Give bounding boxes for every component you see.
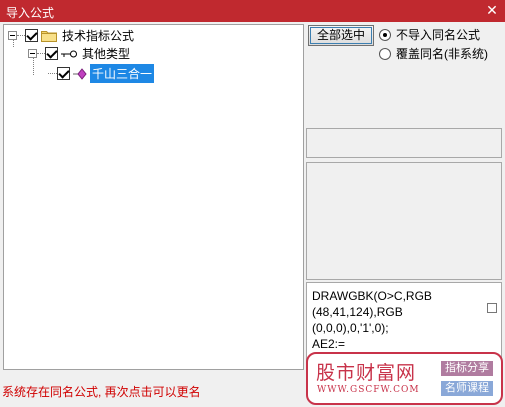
close-icon[interactable]: ✕ <box>484 2 500 18</box>
formula-tree[interactable]: 技术指标公式 其他类型 千山三合一 <box>3 24 304 370</box>
tree-node-label-root: 技术指标公式 <box>62 29 135 43</box>
info-field <box>306 128 502 158</box>
radio-skip-duplicate-indicator[interactable] <box>379 28 391 41</box>
status-message: 系统存在同名公式, 再次点击可以更名 <box>2 385 201 399</box>
code-line: AE2:= <box>312 337 346 351</box>
tree-node-label-leaf: 千山三合一 <box>90 64 155 83</box>
checkbox-root[interactable] <box>25 29 38 42</box>
radio-skip-duplicate[interactable]: 不导入同名公式 <box>379 26 480 43</box>
collapse-toggle-child[interactable] <box>28 49 37 58</box>
radio-skip-duplicate-label: 不导入同名公式 <box>396 28 481 42</box>
tree-node-root[interactable]: 技术指标公式 <box>8 27 136 44</box>
checkbox-child[interactable] <box>45 47 58 60</box>
tree-connector <box>17 35 25 36</box>
radio-overwrite[interactable]: 覆盖同名(非系统) <box>379 45 488 62</box>
tree-connector <box>37 53 45 54</box>
watermark-tag-courses: 名师课程 <box>441 381 493 396</box>
collapse-toggle-root[interactable] <box>8 31 17 40</box>
key-icon <box>61 50 77 57</box>
tree-connector <box>48 73 57 74</box>
radio-overwrite-indicator[interactable] <box>379 47 391 60</box>
code-line: (0,0,0),0,'1',0); <box>312 321 389 335</box>
description-panel <box>306 162 502 280</box>
watermark-logo: 股市财富网 WWW.GSCFW.COM 指标分享 名师课程 <box>306 352 503 405</box>
tree-node-label-child: 其他类型 <box>82 47 131 61</box>
tree-node-child[interactable]: 其他类型 <box>28 45 132 62</box>
select-all-button[interactable]: 全部选中 <box>308 25 374 46</box>
formula-diamond-icon <box>73 67 87 80</box>
watermark-brand: 股市财富网 <box>316 362 417 384</box>
checkbox-leaf[interactable] <box>57 67 70 80</box>
watermark-tag-indicators: 指标分享 <box>441 361 493 376</box>
code-line: DRAWGBK(O>C,RGB <box>312 289 432 303</box>
folder-icon <box>41 31 57 42</box>
title-bar: 导入公式 ✕ <box>0 0 505 22</box>
radio-overwrite-label: 覆盖同名(非系统) <box>396 47 488 61</box>
watermark-site: WWW.GSCFW.COM <box>317 385 420 395</box>
window-title: 导入公式 <box>6 6 55 20</box>
tree-node-leaf[interactable]: 千山三合一 <box>48 64 155 83</box>
code-line: (48,41,124),RGB <box>312 305 403 319</box>
code-checkbox[interactable] <box>487 303 497 313</box>
